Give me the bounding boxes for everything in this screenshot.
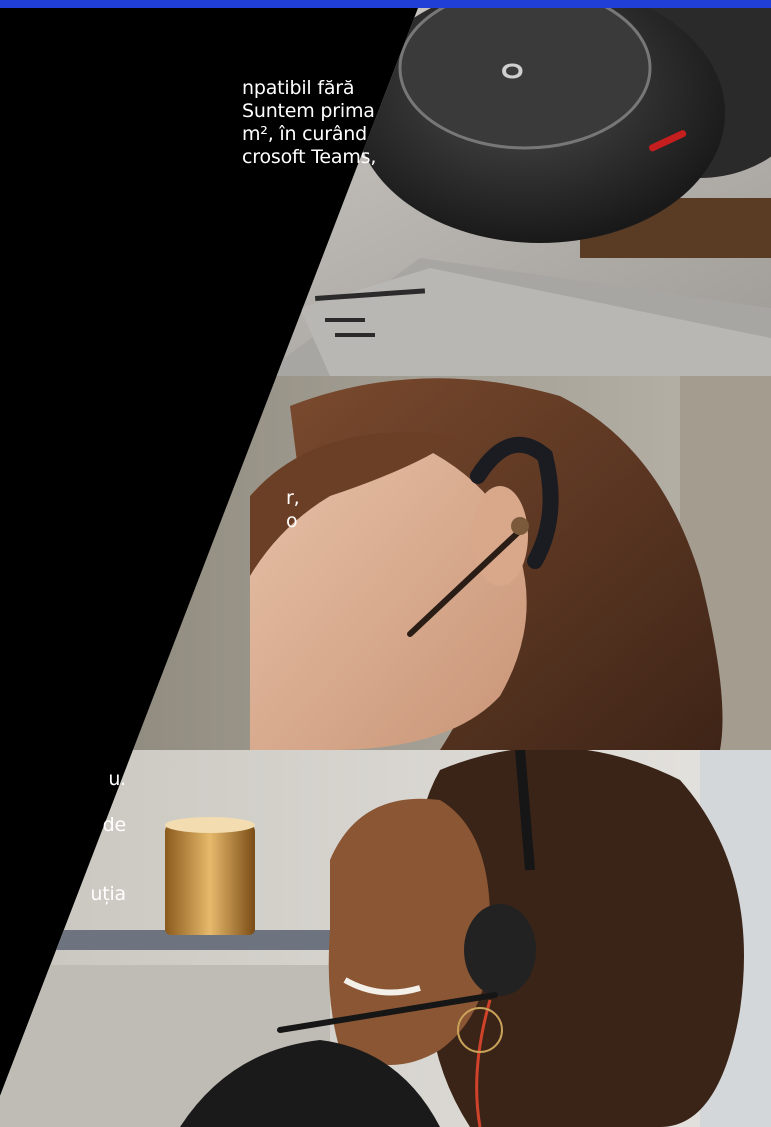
text-line: r, <box>286 487 300 509</box>
text-line <box>0 837 126 860</box>
text-line: m², în curând <box>242 123 368 145</box>
text-line <box>0 791 126 814</box>
text-line: npatibil fără <box>242 77 355 99</box>
text-line: o <box>286 510 298 532</box>
feature-text-middle: r, o <box>286 487 300 533</box>
top-accent-bar <box>0 0 771 8</box>
text-line: Suntem prima <box>242 100 375 122</box>
text-line: crosoft Teams, <box>242 146 377 168</box>
svg-text:ⴰ: ⴰ <box>500 43 525 87</box>
feature-text-top: npatibil fără Suntem prima m², în curând… <box>242 77 376 169</box>
feature-text-bottom: u. de uția <box>0 768 126 906</box>
text-line: uția <box>90 883 126 905</box>
text-line <box>0 860 126 883</box>
text-line: de <box>102 814 127 836</box>
text-line: u. <box>108 768 126 790</box>
